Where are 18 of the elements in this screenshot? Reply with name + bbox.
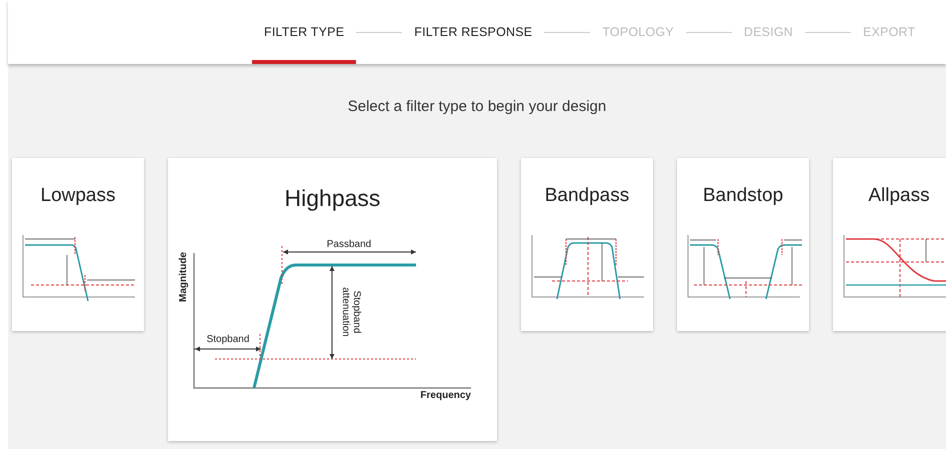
card-title: Lowpass	[40, 185, 116, 207]
axis-label: Frequency	[420, 390, 471, 401]
card-title: Highpass	[284, 185, 380, 212]
card-title: Bandstop	[702, 185, 784, 207]
filter-card[interactable]: Bandstop	[677, 158, 809, 331]
filter-card[interactable]: Bandpass	[521, 158, 653, 331]
filter-card[interactable]: Allpass	[833, 158, 946, 331]
filter-card[interactable]: Lowpass	[12, 158, 144, 331]
step-tab[interactable]: FILTER RESPONSE	[402, 0, 544, 64]
card-title: Allpass	[868, 185, 930, 207]
stopband-label: Stopband	[206, 334, 250, 345]
passband-label: Passband	[326, 239, 372, 250]
stopband-arrow	[194, 346, 262, 352]
filter-card[interactable]: Highpass Magnitude Frequency Passband Stopband Stopband attenuation	[168, 158, 497, 441]
axis-label: Magnitude	[178, 252, 189, 302]
instruction-text: Select a filter type to begin your design	[346, 98, 608, 115]
card-title: Bandpass	[544, 185, 630, 207]
attenuation-label: Stopband attenuation	[340, 287, 362, 337]
